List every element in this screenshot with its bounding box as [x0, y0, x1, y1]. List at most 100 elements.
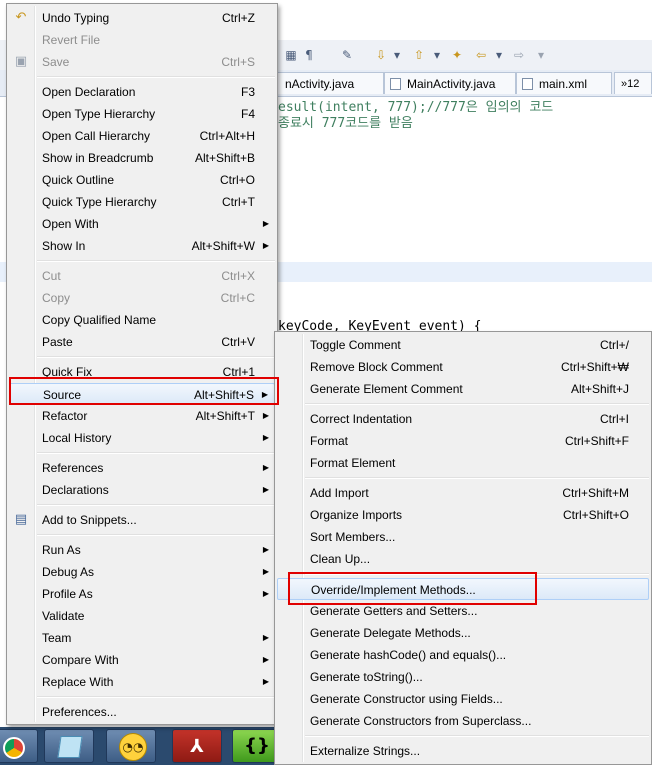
toolbar-mark-icon[interactable]: ✎ [340, 48, 354, 62]
menu-item-shortcut: Ctrl+X [221, 269, 255, 283]
editor-tab[interactable]: nActivity.java [262, 72, 384, 94]
save-icon: ▣ [14, 54, 28, 69]
submenu-arrow-icon: ▶ [262, 633, 269, 642]
chevron-down-icon[interactable]: ▾ [430, 48, 444, 62]
menu-item-remove-block-comment[interactable]: Remove Block Comment Ctrl+Shift+₩ [277, 356, 649, 378]
menu-item-quick-fix[interactable]: Quick Fix Ctrl+1 [9, 361, 275, 383]
menu-item-declarations[interactable]: Declarations ▶ [9, 479, 275, 501]
menu-item-generate-hashcode-and-equals[interactable]: Generate hashCode() and equals()... [277, 644, 649, 666]
menu-item-label: Source [43, 388, 82, 402]
menu-separator [305, 403, 649, 405]
menu-item-label: Open Call Hierarchy [42, 129, 151, 143]
menu-item-label: Preferences... [42, 705, 117, 719]
menu-item-shortcut: Ctrl+C [220, 291, 255, 305]
menu-item-label: Undo Typing [42, 11, 110, 25]
menu-item-organize-imports[interactable]: Organize Imports Ctrl+Shift+O [277, 504, 649, 526]
menu-item-shortcut: Ctrl+1 [222, 365, 255, 379]
menu-item-quick-type-hierarchy[interactable]: Quick Type Hierarchy Ctrl+T [9, 191, 275, 213]
menu-item-shortcut: Ctrl+S [221, 55, 255, 69]
back-icon[interactable]: ⇦ [474, 48, 488, 62]
menu-item-label: Format [310, 434, 349, 448]
submenu-arrow-icon: ▶ [262, 545, 269, 554]
menu-item-open-type-hierarchy[interactable]: Open Type Hierarchy F4 [9, 103, 275, 125]
menu-item-label: Correct Indentation [310, 412, 413, 426]
editor-tab[interactable]: main.xml [516, 72, 612, 94]
menu-item-generate-element-comment[interactable]: Generate Element Comment Alt+Shift+J [277, 378, 649, 400]
menu-item-clean-up[interactable]: Clean Up... [277, 548, 649, 570]
last-edit-icon[interactable]: ✦ [450, 48, 464, 62]
menu-item-label: Copy Qualified Name [42, 313, 157, 327]
menu-item-copy: Copy Ctrl+C [9, 287, 275, 309]
chevron-down-icon[interactable]: ▾ [534, 48, 548, 62]
notepad-icon[interactable] [44, 729, 94, 763]
menu-item-references[interactable]: References ▶ [9, 457, 275, 479]
menu-item-label: Generate Delegate Methods... [310, 626, 471, 640]
menu-separator [37, 504, 275, 506]
menu-item-shortcut: Alt+Shift+T [195, 409, 255, 423]
menu-item-validate[interactable]: Validate [9, 605, 275, 627]
menu-separator [305, 477, 649, 479]
menu-item-override-implement-methods[interactable]: Override/Implement Methods... [277, 578, 649, 600]
menu-item-replace-with[interactable]: Replace With ▶ [9, 671, 275, 693]
forward-icon[interactable]: ⇨ [512, 48, 526, 62]
submenu-arrow-icon: ▶ [262, 589, 269, 598]
menu-item-externalize-strings[interactable]: Externalize Strings... [277, 740, 649, 762]
menu-item-generate-delegate-methods[interactable]: Generate Delegate Methods... [277, 622, 649, 644]
toolbar-toggle-icon[interactable]: ▦ [284, 48, 298, 62]
menu-item-compare-with[interactable]: Compare With ▶ [9, 649, 275, 671]
menu-item-shortcut: Ctrl+I [599, 412, 629, 426]
menu-item-sort-members[interactable]: Sort Members... [277, 526, 649, 548]
menu-item-run-as[interactable]: Run As ▶ [9, 539, 275, 561]
java-file-icon [390, 78, 401, 90]
menu-item-profile-as[interactable]: Profile As ▶ [9, 583, 275, 605]
menu-item-refactor[interactable]: Refactor Alt+Shift+T ▶ [9, 405, 275, 427]
chevron-down-icon[interactable]: ▾ [390, 48, 404, 62]
next-annotation-icon[interactable]: ⇩ [374, 48, 388, 62]
chrome-icon[interactable] [0, 729, 38, 763]
menu-item-format-element[interactable]: Format Element [277, 452, 649, 474]
menu-item-toggle-comment[interactable]: Toggle Comment Ctrl+/ [277, 334, 649, 356]
menu-item-undo-typing[interactable]: ↶ Undo Typing Ctrl+Z [9, 7, 275, 29]
menu-item-open-with[interactable]: Open With ▶ [9, 213, 275, 235]
menu-item-open-declaration[interactable]: Open Declaration F3 [9, 81, 275, 103]
tab-overflow[interactable]: »12 [614, 72, 652, 94]
previous-annotation-icon[interactable]: ⇧ [412, 48, 426, 62]
menu-item-generate-constructor-using-fields[interactable]: Generate Constructor using Fields... [277, 688, 649, 710]
menu-item-shortcut: Alt+Shift+W [191, 239, 255, 253]
menu-item-generate-constructors-from-superclass[interactable]: Generate Constructors from Superclass... [277, 710, 649, 732]
menu-item-debug-as[interactable]: Debug As ▶ [9, 561, 275, 583]
menu-item-local-history[interactable]: Local History ▶ [9, 427, 275, 449]
menu-item-show-in[interactable]: Show In Alt+Shift+W ▶ [9, 235, 275, 257]
menu-item-format[interactable]: Format Ctrl+Shift+F [277, 430, 649, 452]
menu-item-label: Override/Implement Methods... [311, 583, 476, 597]
menu-item-generate-getters-and-setters[interactable]: Generate Getters and Setters... [277, 600, 649, 622]
menu-item-source[interactable]: Source Alt+Shift+S ▶ [9, 383, 275, 405]
menu-item-label: Add Import [310, 486, 369, 500]
acrobat-icon[interactable]: ⅄ [172, 729, 222, 763]
submenu-arrow-icon: ▶ [262, 411, 269, 420]
menu-item-copy-qualified-name[interactable]: Copy Qualified Name [9, 309, 275, 331]
menu-item-quick-outline[interactable]: Quick Outline Ctrl+O [9, 169, 275, 191]
menu-item-shortcut: Ctrl+Shift+₩ [560, 360, 629, 374]
submenu-arrow-icon: ▶ [262, 485, 269, 494]
menu-item-add-import[interactable]: Add Import Ctrl+Shift+M [277, 482, 649, 504]
submenu-arrow-icon: ▶ [262, 433, 269, 442]
pilcrow-icon[interactable]: ¶ [302, 48, 316, 62]
menu-item-preferences[interactable]: Preferences... [9, 701, 275, 723]
editor-tab[interactable]: MainActivity.java [384, 72, 516, 94]
menu-item-add-to-snippets[interactable]: ▤ Add to Snippets... [9, 509, 275, 531]
menu-item-open-call-hierarchy[interactable]: Open Call Hierarchy Ctrl+Alt+H [9, 125, 275, 147]
menu-item-paste[interactable]: Paste Ctrl+V [9, 331, 275, 353]
submenu-arrow-icon: ▶ [262, 241, 269, 250]
menu-item-team[interactable]: Team ▶ [9, 627, 275, 649]
menu-item-label: Paste [42, 335, 73, 349]
code-line: 종료시 777코드를 받음 [278, 112, 413, 131]
chevron-down-icon[interactable]: ▾ [492, 48, 506, 62]
tab-overflow-label: »12 [621, 78, 640, 90]
menu-item-generate-tostring[interactable]: Generate toString()... [277, 666, 649, 688]
menu-item-correct-indentation[interactable]: Correct Indentation Ctrl+I [277, 408, 649, 430]
menu-item-show-in-breadcrumb[interactable]: Show in Breadcrumb Alt+Shift+B [9, 147, 275, 169]
menu-item-label: Team [42, 631, 72, 645]
messenger-icon[interactable]: ◔◔ [106, 729, 156, 763]
menu-item-label: Generate toString()... [310, 670, 423, 684]
